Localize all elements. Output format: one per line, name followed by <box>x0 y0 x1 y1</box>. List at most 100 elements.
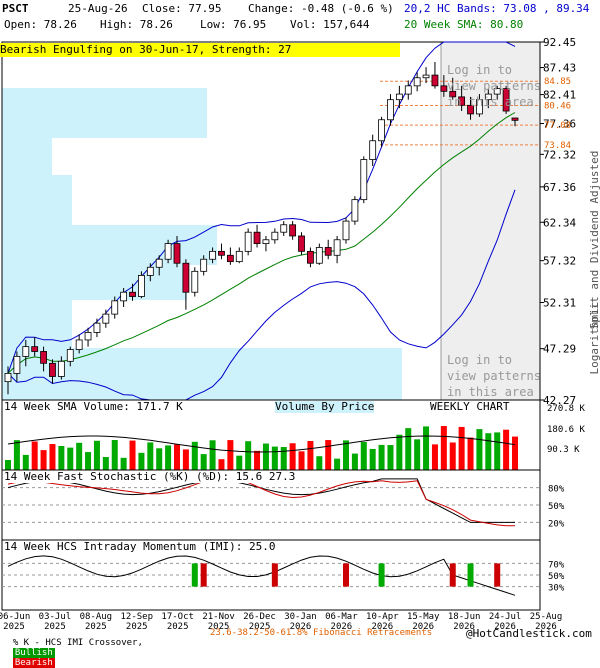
candle-body <box>298 235 305 252</box>
candle-body <box>351 199 359 222</box>
copyright[interactable]: @HotCandlestick.com <box>466 627 592 640</box>
candle-body <box>200 258 208 272</box>
volume-bar <box>182 449 189 470</box>
volume-bar <box>387 445 394 470</box>
candle-body <box>387 99 394 121</box>
crossover-marker <box>343 563 349 587</box>
volume-bar <box>378 444 385 470</box>
scale-label: Logarithmic <box>588 302 600 375</box>
price-tick-label: 67.36 <box>543 181 576 194</box>
pattern-banner: Bearish Engulfing on 30-Jun-17, Strength… <box>0 43 400 57</box>
candle-body <box>280 224 288 233</box>
momentum-line <box>7 555 516 596</box>
candle-body <box>395 93 403 101</box>
volume-by-price-bar <box>2 88 207 95</box>
stochastic-k-line <box>7 478 515 523</box>
candle-body <box>511 117 519 121</box>
price-tick-label: 57.32 <box>543 255 576 268</box>
crossover-marker <box>191 563 198 587</box>
volume-bar <box>147 442 154 470</box>
volume-bar <box>31 441 38 470</box>
stochastic-tick-label: 20% <box>548 519 565 529</box>
candle-body <box>271 231 279 241</box>
volume-bar <box>245 441 252 470</box>
volume-by-price-label: Volume By Price <box>275 400 375 413</box>
volume-bar <box>467 437 474 470</box>
candle-body <box>289 224 297 237</box>
volume-bar <box>289 443 296 470</box>
volume-bar <box>67 447 74 470</box>
volume-by-price-bar <box>2 175 72 225</box>
candle-body <box>218 250 225 256</box>
candle-body <box>120 291 128 302</box>
change-label: Change: -0.48 (-0.6 %) <box>248 2 394 15</box>
volume-bar <box>58 446 65 470</box>
price-tick-label: 92.45 <box>543 36 576 49</box>
volume-bar <box>369 448 376 470</box>
volume-bar <box>254 450 261 470</box>
volume-bar <box>200 454 207 470</box>
open-label: Open: 78.26 <box>4 18 77 31</box>
volume-bar <box>431 444 438 470</box>
volume-bar <box>13 440 20 470</box>
volume-bar <box>449 442 456 470</box>
candle-body <box>93 322 101 333</box>
volume-bar <box>325 440 332 470</box>
volume-bar <box>307 441 314 470</box>
momentum-tick-label: 30% <box>548 584 565 594</box>
x-tick-label: 17-Oct 2025 <box>161 612 194 632</box>
candle-body <box>31 346 39 352</box>
volume-by-price-bar <box>2 225 217 265</box>
candle-body <box>440 85 448 92</box>
volume-bar <box>262 443 269 470</box>
volume-bar <box>405 428 412 470</box>
candle-body <box>360 159 368 201</box>
fib-label: 84.85 <box>544 77 571 87</box>
crossover-marker <box>494 563 501 587</box>
crossover-marker <box>200 563 207 587</box>
vol-label: Vol: 157,644 <box>290 18 370 31</box>
volume-bar <box>165 445 172 470</box>
candle-body <box>146 266 154 276</box>
candle-body <box>49 362 56 377</box>
volume-bar <box>414 439 421 470</box>
bullish-badge: Bullish <box>12 648 55 658</box>
volume-bar <box>102 457 109 470</box>
crossover-marker <box>271 563 278 587</box>
fib-label: 77.08 <box>544 121 571 131</box>
login-overlay-bottom[interactable]: Log in to view patterns in this area <box>447 352 541 400</box>
volume-bar <box>298 451 305 470</box>
volume-bar <box>360 442 367 470</box>
price-tick-label: 47.29 <box>543 343 576 356</box>
candle-body <box>66 349 74 362</box>
hc-bands-label: 20,2 HC Bands: 73.08 , 89.34 <box>404 2 590 15</box>
volume-bar <box>5 460 11 470</box>
volume-bar <box>111 440 118 470</box>
date-label: 25-Aug-26 <box>68 2 128 15</box>
stochastic-title: 14 Week Fast Stochastic (%K) (%D): 15.6 … <box>4 470 296 483</box>
volume-bar <box>396 434 403 470</box>
fib-label: 73.84 <box>544 141 571 151</box>
crossover-marker <box>449 563 456 587</box>
volume-bar <box>138 452 145 470</box>
candle-body <box>84 332 92 341</box>
volume-by-price-bar <box>2 138 52 175</box>
candle-body <box>22 346 30 357</box>
close-label: Close: 77.95 <box>142 2 222 15</box>
weekly-chart-label: WEEKLY CHART <box>430 400 510 413</box>
candle-body <box>182 262 190 293</box>
volume-bar <box>343 440 349 470</box>
volume-bar <box>316 456 323 470</box>
login-overlay-top[interactable]: Log in to view patterns in this area <box>447 62 541 110</box>
candle-body <box>253 231 261 244</box>
candle-body <box>57 360 65 377</box>
candle-body <box>369 140 377 160</box>
candle-body <box>111 300 119 315</box>
volume-bar <box>280 447 287 470</box>
candle-body <box>13 355 21 374</box>
volume-bar <box>440 426 447 470</box>
candle-body <box>129 291 136 297</box>
volume-bar <box>156 448 163 470</box>
volume-bar <box>209 440 216 470</box>
volume-bar <box>218 459 225 470</box>
